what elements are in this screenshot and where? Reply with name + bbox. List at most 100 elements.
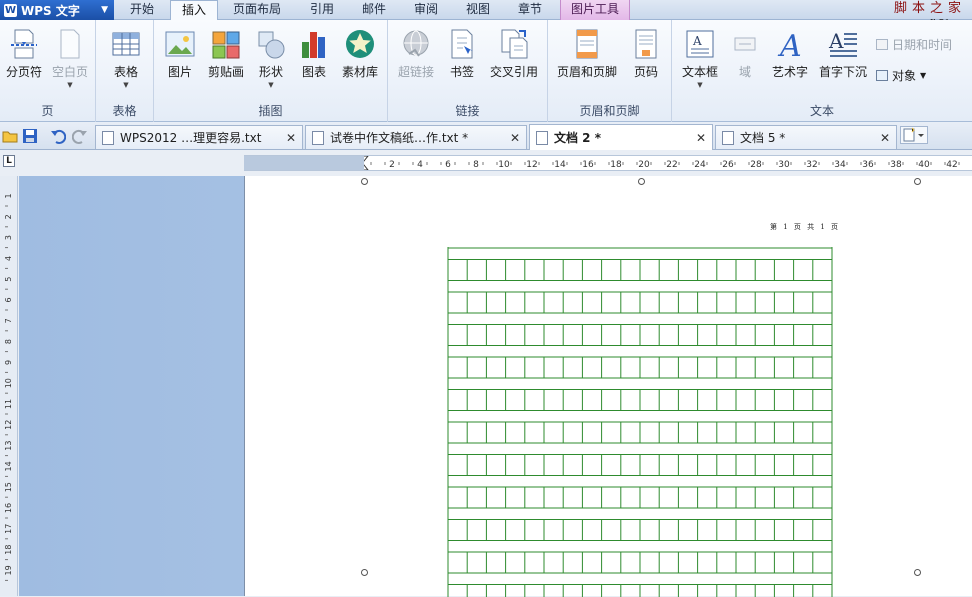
textbox-button[interactable]: A 文本框 ▼: [678, 28, 722, 88]
horizontal-ruler[interactable]: 6422468101214161820222426283032343638404…: [244, 155, 972, 171]
page-break-button[interactable]: 分页符: [4, 28, 44, 80]
ruler-label: 2: [389, 160, 395, 170]
resize-handle[interactable]: [361, 178, 368, 185]
page-number-icon: [631, 28, 661, 60]
grid-row: [448, 585, 832, 597]
ruler-label: 40: [918, 160, 930, 170]
ruler-label: 22: [666, 160, 677, 170]
hyperlink-label: 超链接: [398, 65, 434, 79]
close-icon[interactable]: ✕: [286, 131, 296, 145]
tab-page-layout[interactable]: 页面布局: [224, 0, 290, 20]
cross-reference-button[interactable]: 交叉引用: [486, 28, 542, 80]
wps-document-icon: [722, 131, 734, 145]
ribbon-group-page: 分页符 空白页 ▼ 页: [0, 20, 96, 122]
resize-handle[interactable]: [361, 569, 368, 576]
ruler-label: 17: [4, 524, 13, 534]
tab-picture-tools[interactable]: 图片工具: [560, 0, 630, 20]
field-button[interactable]: 域: [728, 28, 762, 80]
new-document-button[interactable]: [900, 126, 928, 144]
resize-handle[interactable]: [638, 178, 645, 185]
resize-handle[interactable]: [914, 178, 921, 185]
picture-icon: [165, 28, 195, 60]
page-number-button[interactable]: 页码: [628, 28, 664, 80]
wordart-button[interactable]: A 艺术字: [768, 28, 812, 80]
drop-cap-button[interactable]: A 首字下沉: [816, 28, 870, 80]
ruler-label: 16: [582, 160, 594, 170]
chevron-down-icon: ▼: [50, 82, 90, 88]
bookmark-icon: [447, 28, 477, 60]
textbox-icon: A: [685, 28, 715, 60]
tab-view[interactable]: 视图: [454, 0, 502, 20]
tab-review[interactable]: 审阅: [402, 0, 450, 20]
ruler-label: 5: [4, 277, 13, 282]
close-icon[interactable]: ✕: [510, 131, 520, 145]
ruler-label: 30: [778, 160, 790, 170]
chevron-down-icon: ▼: [108, 82, 144, 88]
svg-text:A: A: [777, 29, 802, 60]
cross-reference-icon: [499, 28, 529, 60]
close-icon[interactable]: ✕: [696, 131, 706, 145]
tab-mail[interactable]: 邮件: [350, 0, 398, 20]
document-tab[interactable]: WPS2012 …理更容易.txt ✕: [95, 125, 303, 149]
open-folder-icon[interactable]: [2, 128, 18, 144]
menu-bar: W WPS 文字 ▼ 开始 插入 页面布局 引用 邮件 审阅 视图 章节 图片工…: [0, 0, 972, 20]
vertical-ruler[interactable]: 12345678910111213141516171819: [0, 176, 18, 596]
tab-insert[interactable]: 插入: [170, 0, 218, 21]
document-tab[interactable]: 试卷中作文稿纸…作.txt * ✕: [305, 125, 527, 149]
chart-button[interactable]: 图表: [296, 28, 332, 80]
resize-handle[interactable]: [914, 569, 921, 576]
page-number-label: 页码: [634, 65, 658, 79]
object-button[interactable]: 对象 ▼: [876, 67, 926, 84]
grid-row: [448, 455, 832, 476]
ruler-label: 1: [4, 193, 13, 198]
document-tab[interactable]: 文档 5 * ✕: [715, 125, 897, 149]
redo-icon[interactable]: [72, 128, 88, 144]
group-label-table: 表格: [96, 102, 153, 119]
ruler-tab-selector[interactable]: L: [0, 150, 18, 175]
ruler-label: 6: [4, 297, 13, 302]
document-tab-title: 文档 2 *: [554, 129, 601, 146]
ruler-label: 28: [750, 160, 762, 170]
drop-cap-label: 首字下沉: [819, 65, 867, 79]
tab-references[interactable]: 引用: [298, 0, 346, 20]
ruler-label: 2: [4, 214, 13, 219]
app-menu-button[interactable]: W WPS 文字 ▼: [0, 0, 114, 20]
page-break-icon: [9, 28, 39, 60]
ruler-margin-left: [244, 156, 364, 170]
ribbon: 分页符 空白页 ▼ 页 表格 ▼ 表格 图片: [0, 20, 972, 122]
globe-icon: [401, 28, 431, 60]
clipart-button[interactable]: 剪贴画: [204, 28, 248, 80]
document-tab-active[interactable]: 文档 2 * ✕: [529, 124, 713, 150]
close-icon[interactable]: ✕: [880, 131, 890, 145]
table-button[interactable]: 表格 ▼: [108, 28, 144, 88]
material-library-button[interactable]: 素材库: [338, 28, 382, 80]
ruler-label: 12: [4, 420, 13, 430]
shapes-button[interactable]: 形状 ▼: [254, 28, 288, 88]
blank-page-button[interactable]: 空白页 ▼: [50, 28, 90, 88]
date-time-button[interactable]: 日期和时间: [876, 36, 952, 53]
ruler-label: 9: [4, 360, 13, 365]
header-footer-button[interactable]: 页眉和页脚: [554, 28, 620, 80]
ruler-label: 10: [498, 160, 510, 170]
undo-icon[interactable]: [50, 128, 66, 144]
wordart-icon: A: [775, 28, 805, 60]
chevron-down-icon: ▼: [678, 82, 722, 88]
grid-row: [448, 552, 832, 573]
picture-button[interactable]: 图片: [162, 28, 198, 80]
drop-cap-icon: A: [828, 28, 858, 60]
header-footer-label: 页眉和页脚: [557, 65, 617, 79]
ruler-ticks: 12345678910111213141516171819: [0, 176, 18, 596]
ruler-label: 4: [4, 256, 13, 261]
tab-chapter[interactable]: 章节: [506, 0, 554, 20]
composition-grid[interactable]: [447, 247, 833, 597]
ruler-label: 8: [473, 160, 479, 170]
ruler-label: 14: [4, 461, 13, 471]
bookmark-button[interactable]: 书签: [444, 28, 480, 80]
text-file-icon: [312, 131, 324, 145]
ruler-label: 18: [4, 545, 13, 555]
ruler-label: 16: [4, 503, 13, 513]
hyperlink-button[interactable]: 超链接: [394, 28, 438, 80]
shapes-icon: [256, 28, 286, 60]
tab-start[interactable]: 开始: [118, 0, 166, 20]
save-icon[interactable]: [22, 128, 38, 144]
